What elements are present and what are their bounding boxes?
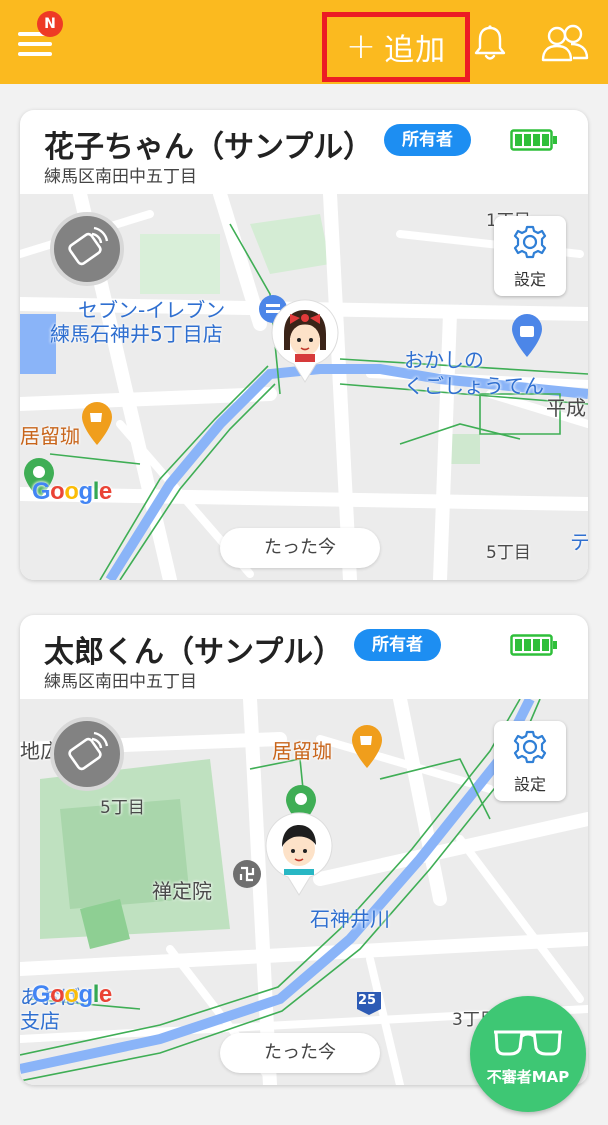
- nfc-icon: [68, 731, 109, 771]
- last-updated-label: たった今: [220, 528, 380, 568]
- app-header: N + 追加: [0, 0, 608, 84]
- map-label-block-left: 5丁目: [100, 798, 145, 818]
- device-card-hanako[interactable]: 花子ちゃん（サンプル） 所有者 練馬区南田中五丁目 セブン-イレブン 練馬石神井…: [20, 110, 588, 580]
- last-updated-label: たった今: [220, 1033, 380, 1073]
- boy-avatar-icon[interactable]: [264, 811, 334, 897]
- bell-icon[interactable]: [472, 24, 508, 62]
- girl-avatar-icon[interactable]: [270, 298, 340, 384]
- plus-icon: +: [345, 26, 377, 67]
- owner-badge: 所有者: [384, 124, 471, 156]
- route-number: 25: [358, 993, 377, 1008]
- map-label-store-branch: 練馬石神井5丁目店: [50, 322, 223, 346]
- device-address: 練馬区南田中五丁目: [44, 167, 197, 187]
- settings-button[interactable]: 設定: [494, 216, 566, 296]
- map-label-block-bottom: 5丁目: [486, 543, 531, 563]
- settings-label: 設定: [513, 270, 546, 289]
- google-logo: Google: [32, 478, 112, 505]
- device-address: 練馬区南田中五丁目: [44, 672, 197, 692]
- battery-icon: [510, 634, 557, 656]
- temple-icon: [233, 860, 261, 888]
- map-label-right-edge-2: テ: [570, 530, 588, 554]
- nfc-button[interactable]: [50, 212, 124, 286]
- suspicious-person-map-button[interactable]: 不審者MAP: [470, 996, 586, 1112]
- map-label-right-edge: 平成: [546, 396, 586, 420]
- nfc-button[interactable]: [50, 717, 124, 791]
- map-label-shop: おかしの: [404, 348, 484, 372]
- settings-button[interactable]: 設定: [494, 721, 566, 801]
- battery-icon: [510, 129, 557, 151]
- card-header: 花子ちゃん（サンプル） 所有者 練馬区南田中五丁目: [20, 110, 588, 194]
- cafe-icon: [82, 402, 112, 445]
- card-header: 太郎くん（サンプル） 所有者 練馬区南田中五丁目: [20, 615, 588, 699]
- suspicious-map-label: 不審者MAP: [486, 1068, 570, 1086]
- shopping-icon: [512, 314, 542, 357]
- device-name: 花子ちゃん（サンプル）: [44, 130, 374, 165]
- notification-badge: N: [37, 11, 63, 37]
- settings-label: 設定: [513, 775, 546, 794]
- map-label-shop-2: くごしょうてん: [404, 374, 544, 398]
- family-members-icon[interactable]: [540, 24, 590, 62]
- google-logo: Google: [32, 981, 112, 1008]
- glasses-icon: [494, 1030, 562, 1056]
- gear-icon: [513, 730, 547, 764]
- map-label-temple: 禅定院: [152, 879, 212, 903]
- location-map[interactable]: セブン-イレブン 練馬石神井5丁目店 おかしの くごしょうてん 1丁目 5丁目 …: [20, 194, 588, 580]
- nfc-icon: [68, 226, 109, 266]
- map-label-cafe: 居留珈: [272, 739, 332, 763]
- map-label-river: 石神井川: [310, 907, 390, 931]
- map-label-cafe: 居留珈: [20, 424, 80, 448]
- device-name: 太郎くん（サンプル）: [44, 635, 344, 670]
- gear-icon: [513, 225, 547, 259]
- add-button[interactable]: + 追加: [322, 12, 470, 82]
- owner-badge: 所有者: [354, 629, 441, 661]
- map-label-left-store-2: 支店: [20, 1009, 60, 1033]
- add-button-label: 追加: [384, 33, 447, 68]
- cafe-icon: [352, 725, 382, 768]
